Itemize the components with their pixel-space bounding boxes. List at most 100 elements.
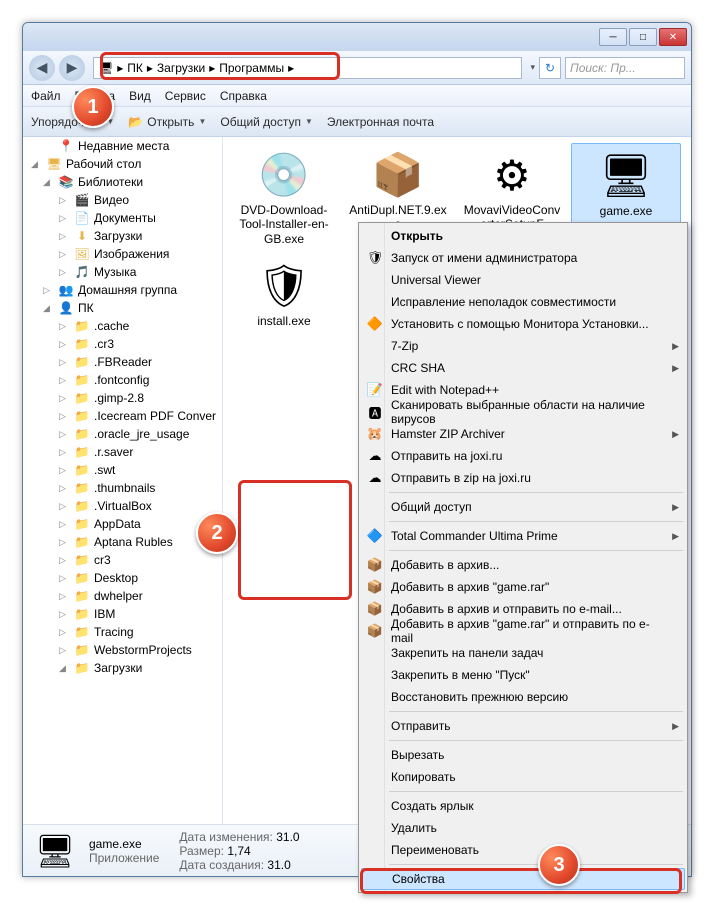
context-item[interactable]: Общий доступ▶ — [361, 496, 685, 518]
expand-icon[interactable]: ▷ — [59, 573, 70, 584]
open-button[interactable]: 📂Открыть▼ — [128, 115, 206, 129]
tree-sidebar[interactable]: 📍Недавние места◢🖥Рабочий стол◢📚Библиотек… — [23, 137, 223, 824]
tree-item[interactable]: ▷📄Документы — [23, 209, 222, 227]
context-item[interactable]: Открыть — [361, 225, 685, 247]
context-menu[interactable]: Открыть🛡Запуск от имени администратораUn… — [358, 222, 688, 893]
expand-icon[interactable]: ◢ — [43, 303, 54, 314]
context-item[interactable]: Исправление неполадок совместимости — [361, 291, 685, 313]
tree-item[interactable]: ▷📁.fontconfig — [23, 371, 222, 389]
expand-icon[interactable]: ▷ — [59, 429, 70, 440]
context-item[interactable]: 📦Добавить в архив "game.rar" и отправить… — [361, 620, 685, 642]
expand-icon[interactable]: ▷ — [59, 411, 70, 422]
tree-item[interactable]: ◢📚Библиотеки — [23, 173, 222, 191]
tree-item[interactable]: ▷📁.FBReader — [23, 353, 222, 371]
minimize-button[interactable]: ─ — [599, 28, 627, 46]
tree-item[interactable]: ◢🖥Рабочий стол — [23, 155, 222, 173]
tree-item[interactable]: 📍Недавние места — [23, 137, 222, 155]
file-item[interactable]: 💿DVD-Download-Tool-Installer-en-GB.exe — [229, 143, 339, 250]
address-bar[interactable]: 🖥 ▸ ПК ▸ Загрузки ▸ Программы ▸ — [93, 57, 522, 79]
addressbar-dropdown-icon[interactable]: ▾ — [530, 62, 535, 73]
expand-icon[interactable]: ▷ — [59, 231, 70, 242]
tree-item[interactable]: ▷📁AppData — [23, 515, 222, 533]
breadcrumb-programs[interactable]: Программы — [219, 61, 284, 75]
context-item[interactable]: Создать ярлык — [361, 795, 685, 817]
expand-icon[interactable]: ▷ — [59, 357, 70, 368]
context-item[interactable]: Закрепить в меню "Пуск" — [361, 664, 685, 686]
context-item[interactable]: Отправить▶ — [361, 715, 685, 737]
context-item[interactable]: 🛡Запуск от имени администратора — [361, 247, 685, 269]
tree-item[interactable]: ▷🖼Изображения — [23, 245, 222, 263]
menu-tools[interactable]: Сервис — [165, 89, 206, 103]
tree-item[interactable]: ▷📁.r.saver — [23, 443, 222, 461]
tree-item[interactable]: ▷⬇Загрузки — [23, 227, 222, 245]
close-button[interactable]: ✕ — [659, 28, 687, 46]
expand-icon[interactable]: ▷ — [59, 501, 70, 512]
email-button[interactable]: Электронная почта — [327, 115, 434, 129]
tree-item[interactable]: ▷📁dwhelper — [23, 587, 222, 605]
context-item[interactable]: 📦Добавить в архив "game.rar" — [361, 576, 685, 598]
expand-icon[interactable]: ▷ — [59, 627, 70, 638]
tree-item[interactable]: ▷📁WebstormProjects — [23, 641, 222, 659]
expand-icon[interactable]: ◢ — [31, 159, 42, 170]
maximize-button[interactable]: □ — [629, 28, 657, 46]
menu-help[interactable]: Справка — [220, 89, 267, 103]
expand-icon[interactable]: ▷ — [59, 393, 70, 404]
expand-icon[interactable]: ▷ — [59, 537, 70, 548]
expand-icon[interactable]: ▷ — [59, 519, 70, 530]
expand-icon[interactable]: ▷ — [43, 285, 54, 296]
tree-item[interactable]: ▷📁.oracle_jre_usage — [23, 425, 222, 443]
expand-icon[interactable]: ▷ — [59, 321, 70, 332]
tree-item[interactable]: ◢👤ПК — [23, 299, 222, 317]
breadcrumb-downloads[interactable]: Загрузки — [157, 61, 205, 75]
tree-item[interactable]: ▷📁.cache — [23, 317, 222, 335]
context-item[interactable]: ☁Отправить в zip на joxi.ru — [361, 467, 685, 489]
tree-item[interactable]: ▷📁.VirtualBox — [23, 497, 222, 515]
file-item[interactable]: 🛡install.exe — [229, 254, 339, 332]
tree-item[interactable]: ▷🎵Музыка — [23, 263, 222, 281]
context-item[interactable]: Закрепить на панели задач — [361, 642, 685, 664]
expand-icon[interactable]: ◢ — [43, 177, 54, 188]
expand-icon[interactable]: ▷ — [59, 375, 70, 386]
refresh-button[interactable]: ↻ — [539, 57, 561, 79]
breadcrumb-pc[interactable]: ПК — [127, 61, 143, 75]
search-input[interactable]: Поиск: Пр... — [565, 57, 685, 79]
tree-item[interactable]: ▷👥Домашняя группа — [23, 281, 222, 299]
expand-icon[interactable]: ▷ — [59, 267, 70, 278]
context-item[interactable]: 📦Добавить в архив... — [361, 554, 685, 576]
tree-item[interactable]: ▷📁Aptana Rubles — [23, 533, 222, 551]
context-item[interactable]: 🐹Hamster ZIP Archiver▶ — [361, 423, 685, 445]
menu-file[interactable]: Файл — [31, 89, 61, 103]
context-item[interactable]: Universal Viewer — [361, 269, 685, 291]
expand-icon[interactable]: ▷ — [59, 213, 70, 224]
context-item[interactable]: 🔶Установить с помощью Монитора Установки… — [361, 313, 685, 335]
share-button[interactable]: Общий доступ▼ — [220, 115, 313, 129]
menu-view[interactable]: Вид — [129, 89, 151, 103]
tree-item[interactable]: ◢📁Загрузки — [23, 659, 222, 677]
tree-item[interactable]: ▷📁cr3 — [23, 551, 222, 569]
expand-icon[interactable]: ▷ — [59, 195, 70, 206]
expand-icon[interactable]: ▷ — [59, 591, 70, 602]
context-item[interactable]: ☁Отправить на joxi.ru — [361, 445, 685, 467]
context-item[interactable]: Вырезать — [361, 744, 685, 766]
tree-item[interactable]: ▷📁.gimp-2.8 — [23, 389, 222, 407]
expand-icon[interactable]: ▷ — [59, 483, 70, 494]
tree-item[interactable]: ▷📁IBM — [23, 605, 222, 623]
context-item[interactable]: Восстановить прежнюю версию — [361, 686, 685, 708]
context-item[interactable]: Переименовать — [361, 839, 685, 861]
expand-icon[interactable]: ▷ — [59, 249, 70, 260]
expand-icon[interactable]: ◢ — [59, 663, 70, 674]
tree-item[interactable]: ▷📁.swt — [23, 461, 222, 479]
context-item[interactable]: Свойства — [361, 868, 685, 890]
context-item[interactable]: 7-Zip▶ — [361, 335, 685, 357]
tree-item[interactable]: ▷📁Desktop — [23, 569, 222, 587]
context-item[interactable]: 🔷Total Commander Ultima Prime▶ — [361, 525, 685, 547]
expand-icon[interactable]: ▷ — [59, 555, 70, 566]
tree-item[interactable]: ▷📁.cr3 — [23, 335, 222, 353]
expand-icon[interactable]: ▷ — [59, 465, 70, 476]
forward-button[interactable]: ▶ — [59, 55, 85, 81]
back-button[interactable]: ◀ — [29, 55, 55, 81]
expand-icon[interactable]: ▷ — [59, 609, 70, 620]
tree-item[interactable]: ▷📁.thumbnails — [23, 479, 222, 497]
tree-item[interactable]: ▷📁Tracing — [23, 623, 222, 641]
tree-item[interactable]: ▷🎬Видео — [23, 191, 222, 209]
